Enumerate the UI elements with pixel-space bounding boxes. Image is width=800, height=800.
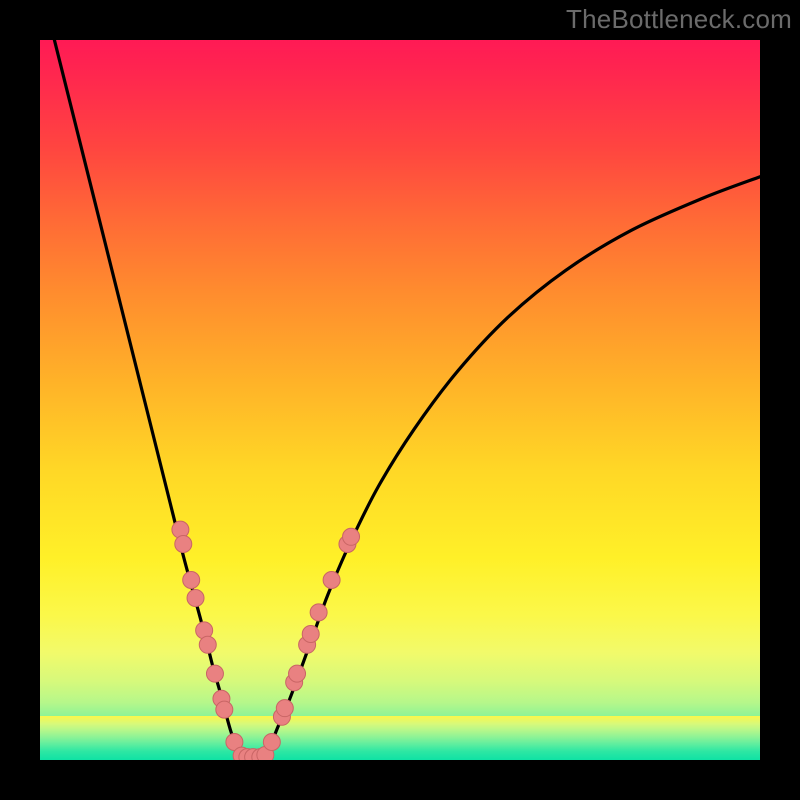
data-point — [206, 665, 223, 682]
data-point — [276, 700, 293, 717]
data-point — [199, 636, 216, 653]
data-point — [187, 590, 204, 607]
curve-right-branch — [263, 177, 760, 758]
data-point — [310, 604, 327, 621]
plot-area — [40, 40, 760, 760]
data-point — [183, 572, 200, 589]
bottleneck-curve-svg — [40, 40, 760, 760]
data-point — [175, 536, 192, 553]
chart-frame: TheBottleneck.com — [0, 0, 800, 800]
watermark-label: TheBottleneck.com — [566, 4, 792, 35]
data-points-group — [172, 521, 360, 760]
data-point — [263, 734, 280, 751]
data-point — [216, 701, 233, 718]
data-point — [289, 665, 306, 682]
data-point — [323, 572, 340, 589]
data-point — [343, 528, 360, 545]
data-point — [302, 626, 319, 643]
